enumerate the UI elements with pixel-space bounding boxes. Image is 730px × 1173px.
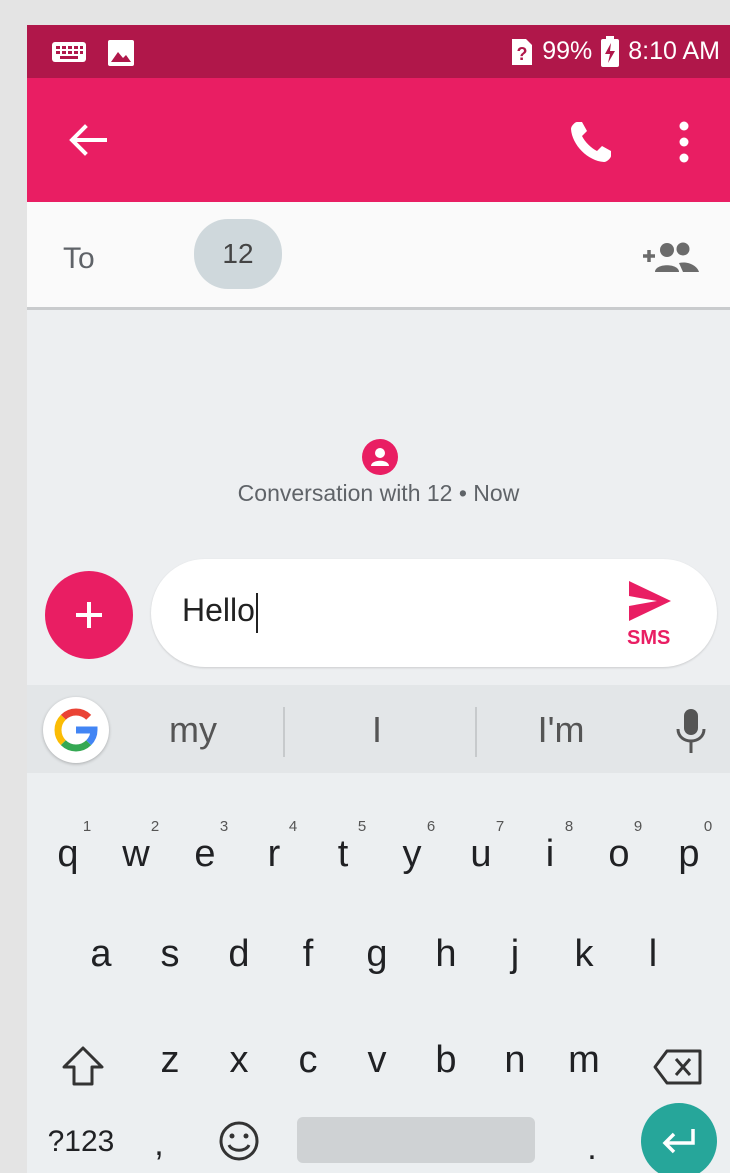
conversation-info: Conversation with 12 • Now [237, 480, 520, 506]
key-v[interactable]: v [347, 1039, 407, 1082]
suggestion-3[interactable]: I'm [471, 709, 651, 751]
microphone-icon[interactable] [675, 707, 707, 755]
recipient-chip[interactable]: 12 [194, 219, 282, 289]
backspace-icon[interactable] [653, 1049, 703, 1085]
key-t[interactable]: t [313, 833, 373, 876]
key-z[interactable]: z [140, 1039, 200, 1082]
key-y[interactable]: y [382, 833, 442, 876]
message-text: Hello [182, 592, 255, 628]
symbols-key[interactable]: ?123 [41, 1125, 121, 1159]
key-o[interactable]: o [589, 833, 649, 876]
attach-button[interactable] [45, 571, 133, 659]
emoji-icon[interactable] [217, 1119, 261, 1163]
text-cursor [255, 592, 258, 633]
svg-text:?: ? [517, 44, 528, 64]
key-l[interactable]: l [623, 933, 683, 976]
add-group-icon[interactable] [641, 238, 703, 278]
arrow-back-icon[interactable] [65, 118, 109, 162]
key-s[interactable]: s [140, 933, 200, 976]
comma-key[interactable]: , [144, 1125, 174, 1164]
more-vert-icon[interactable] [672, 118, 696, 166]
suggestion-bar: my I I'm [27, 685, 730, 773]
key-x[interactable]: x [209, 1039, 269, 1082]
google-button[interactable] [43, 697, 109, 763]
key-b[interactable]: b [416, 1039, 476, 1082]
key-p[interactable]: p [659, 833, 719, 876]
suggestion-1[interactable]: my [103, 709, 283, 751]
message-input[interactable]: Hello [182, 592, 258, 633]
image-icon [108, 40, 134, 66]
key-h[interactable]: h [416, 933, 476, 976]
clock: 8:10 AM [628, 37, 720, 65]
key-r[interactable]: r [244, 833, 304, 876]
key-g[interactable]: g [347, 933, 407, 976]
key-n[interactable]: n [485, 1039, 545, 1082]
key-k[interactable]: k [554, 933, 614, 976]
battery-percent: 99% [542, 37, 593, 65]
key-q[interactable]: q [38, 833, 98, 876]
key-j[interactable]: j [485, 933, 545, 976]
key-d[interactable]: d [209, 933, 269, 976]
key-c[interactable]: c [278, 1039, 338, 1082]
keyboard-icon [52, 42, 86, 62]
battery-charging-icon [601, 35, 620, 67]
key-i[interactable]: i [520, 833, 580, 876]
shift-icon[interactable] [61, 1045, 105, 1087]
key-u[interactable]: u [451, 833, 511, 876]
person-icon [371, 448, 389, 466]
enter-icon [662, 1129, 695, 1154]
plus-icon [76, 602, 102, 628]
recipient-row: To 12 [27, 202, 730, 310]
message-compose-box[interactable]: Hello SMS [151, 559, 717, 667]
key-a[interactable]: a [71, 933, 131, 976]
status-bar: ? 99% 8:10 AM [27, 25, 730, 78]
send-mode-label: SMS [627, 627, 671, 649]
period-key[interactable]: . [577, 1129, 607, 1168]
key-f[interactable]: f [278, 933, 338, 976]
phone-icon[interactable] [567, 118, 615, 166]
suggestion-divider [283, 707, 285, 757]
no-sim-icon: ? [512, 38, 533, 65]
key-e[interactable]: e [175, 833, 235, 876]
to-label: To [63, 242, 95, 275]
phone-screen: ? 99% 8:10 AM To 12 Conversation with 12… [27, 25, 730, 1173]
app-bar [27, 78, 730, 202]
suggestion-2[interactable]: I [287, 709, 467, 751]
contact-avatar [362, 439, 398, 475]
key-w[interactable]: w [106, 833, 166, 876]
key-m[interactable]: m [554, 1039, 614, 1082]
space-bar[interactable] [297, 1117, 535, 1163]
google-g-icon [54, 708, 98, 752]
keyboard: my I I'm 1 q 2 w 3 e 4 r 5 t 6 y 7 u 8 i… [27, 685, 730, 1173]
enter-key[interactable] [641, 1103, 717, 1173]
